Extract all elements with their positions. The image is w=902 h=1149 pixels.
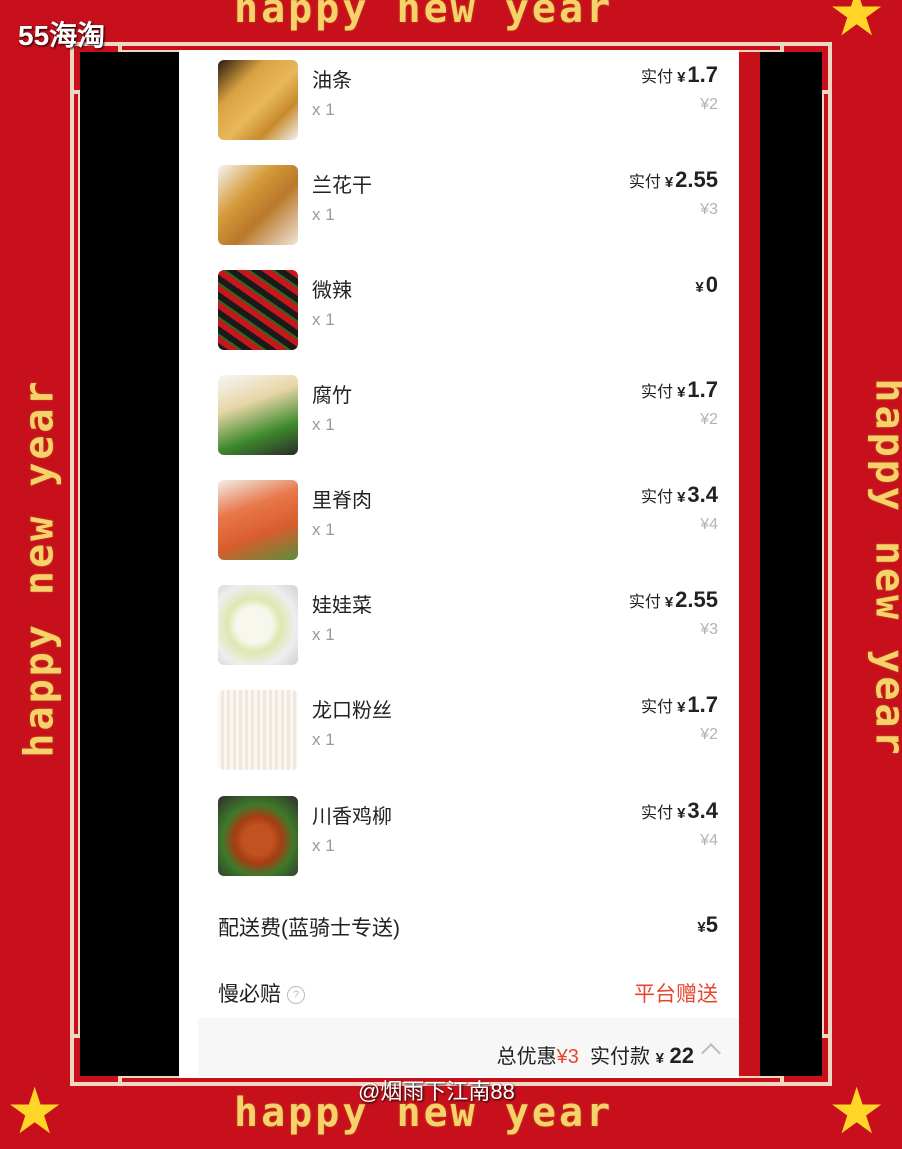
- list-item[interactable]: 娃娃菜 x 1 实付 ¥2.55 ¥3: [218, 585, 718, 667]
- banner-top: happy new year: [234, 0, 614, 32]
- lanhuagan-image: [218, 165, 298, 245]
- delivery-fee-row: 配送费(蓝骑士专送) ¥5: [218, 912, 718, 942]
- item-original-price: ¥2: [700, 726, 718, 743]
- item-paid-price: 实付 ¥3.4: [641, 798, 718, 823]
- fuzhu-image: [218, 375, 298, 455]
- left-black-panel: [80, 52, 179, 1076]
- item-paid-price: 实付 ¥1.7: [641, 62, 718, 87]
- star-icon: ★: [6, 1075, 64, 1149]
- list-item[interactable]: 里脊肉 x 1 实付 ¥3.4 ¥4: [218, 480, 718, 562]
- list-item[interactable]: 微辣 x 1 ¥0: [218, 270, 718, 352]
- item-qty: x 1: [312, 730, 335, 749]
- item-paid-price: 实付 ¥1.7: [641, 692, 718, 717]
- list-item[interactable]: 龙口粉丝 x 1 实付 ¥1.7 ¥2: [218, 690, 718, 772]
- chevron-up-icon[interactable]: [701, 1043, 721, 1063]
- item-paid-price: 实付 ¥2.55: [628, 587, 718, 612]
- item-qty: x 1: [312, 625, 335, 644]
- item-qty: x 1: [312, 520, 335, 539]
- item-name: 里脊肉: [312, 490, 372, 512]
- item-paid-price: 实付 ¥3.4: [641, 482, 718, 507]
- star-icon: ★: [828, 1075, 886, 1149]
- delivery-fee-label: 配送费(蓝骑士专送): [218, 917, 400, 940]
- youtiao-image: [218, 60, 298, 140]
- summary-row[interactable]: 总优惠¥3 实付款 ¥ 22: [218, 1040, 721, 1070]
- item-original-price: ¥4: [700, 516, 718, 533]
- item-qty: x 1: [312, 100, 335, 119]
- liji-image: [218, 480, 298, 560]
- star-icon: ★: [828, 0, 886, 51]
- item-paid-price: 实付 ¥1.7: [641, 377, 718, 402]
- late-guarantee-row: 慢必赔? 平台赠送: [218, 978, 718, 1008]
- chili-image: [218, 270, 298, 350]
- banner-left: happy new year: [16, 378, 63, 758]
- item-name: 龙口粉丝: [312, 700, 392, 722]
- site-logo: 55海淘: [18, 20, 106, 51]
- cabbage-image: [218, 585, 298, 665]
- item-original-price: ¥2: [700, 96, 718, 113]
- item-name: 微辣: [312, 280, 352, 302]
- right-black-panel: [760, 52, 822, 1076]
- vermicelli-image: [218, 690, 298, 770]
- item-name: 腐竹: [312, 385, 352, 407]
- watermark: @烟雨下江南88: [358, 1079, 515, 1104]
- item-name: 油条: [312, 70, 352, 92]
- delivery-fee-value: ¥5: [697, 912, 718, 937]
- item-name: 娃娃菜: [312, 595, 372, 617]
- item-original-price: ¥4: [700, 832, 718, 849]
- chicken-image: [218, 796, 298, 876]
- item-original-price: ¥3: [700, 201, 718, 218]
- list-item[interactable]: 腐竹 x 1 实付 ¥1.7 ¥2: [218, 375, 718, 457]
- item-paid-price: ¥0: [695, 272, 718, 297]
- banner-right: happy new year: [866, 378, 902, 758]
- item-original-price: ¥2: [700, 411, 718, 428]
- list-item[interactable]: 川香鸡柳 x 1 实付 ¥3.4 ¥4: [218, 796, 718, 878]
- item-qty: x 1: [312, 415, 335, 434]
- list-item[interactable]: 兰花干 x 1 实付 ¥2.55 ¥3: [218, 165, 718, 247]
- item-qty: x 1: [312, 836, 335, 855]
- item-name: 川香鸡柳: [312, 806, 392, 828]
- list-item[interactable]: 油条 x 1 实付 ¥1.7 ¥2: [218, 60, 718, 142]
- item-name: 兰花干: [312, 175, 372, 197]
- item-qty: x 1: [312, 310, 335, 329]
- help-icon[interactable]: ?: [287, 986, 305, 1005]
- item-qty: x 1: [312, 205, 335, 224]
- summary-total: 总优惠¥3 实付款 ¥ 22: [496, 1043, 694, 1068]
- item-original-price: ¥3: [700, 621, 718, 638]
- late-guarantee-value: 平台赠送: [634, 983, 718, 1006]
- late-guarantee-label: 慢必赔?: [218, 978, 305, 1008]
- item-paid-price: 实付 ¥2.55: [628, 167, 718, 192]
